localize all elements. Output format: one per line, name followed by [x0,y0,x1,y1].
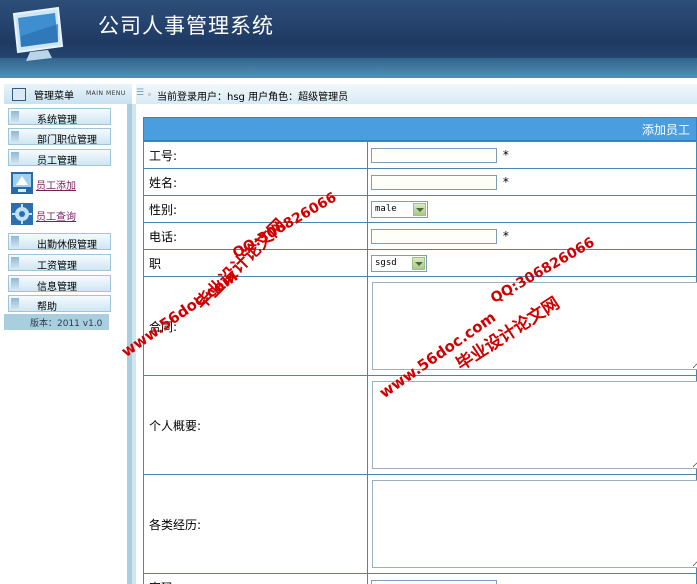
chevron-down-icon[interactable] [412,256,425,270]
menu-title: 管理菜单 [34,91,74,102]
bar-icon [11,278,19,289]
sidebar-item-attendance[interactable]: 出勤休假管理 [8,233,111,251]
monitor-app-icon [11,172,33,194]
password-input[interactable] [371,579,497,584]
form-row-experience: 各类经历: [143,474,697,574]
sidebar-item-department[interactable]: 部门职位管理 [8,128,111,146]
position-selected-value: sgsd [375,257,397,268]
field-cell: * [367,141,697,169]
field-cell [367,573,697,584]
field-label: 姓名: [143,168,368,196]
required-mark: * [502,229,509,243]
version-text: 版本：2011 v1.0 [30,319,103,329]
profile-textarea[interactable] [372,381,697,469]
sidebar-item-label: 工资管理 [37,261,77,272]
position-select[interactable]: sgsd [371,254,427,272]
field-cell: male [367,195,697,223]
form-row-position: 职 sgsd [143,249,697,277]
sidebar-item-employee[interactable]: 员工管理 [8,149,111,167]
bar-icon [11,111,19,122]
sidebar-item-label: 帮助 [37,302,57,313]
bar-icon [11,152,19,163]
required-mark: * [502,175,509,189]
field-label: 密码 [143,573,368,584]
gender-select[interactable]: male [371,200,428,218]
sidebar-subitem-add-employee[interactable]: 员工添加 [8,170,111,198]
sidebar-item-salary[interactable]: 工资管理 [8,254,111,272]
form-row-password: 密码 [143,573,697,584]
employee-id-input[interactable] [371,147,497,163]
user-info-bar: ☰ 当前登录用户：hsg 用户角色：超级管理员 [136,84,697,104]
field-label: 各类经历: [143,474,368,574]
required-mark: * [502,148,509,162]
version-bar: 版本：2011 v1.0 [4,314,109,330]
field-cell: * [367,168,697,196]
form-row-name: 姓名: * [143,168,697,196]
sidebar-item-label: 部门职位管理 [37,135,97,146]
gender-selected-value: male [375,203,397,214]
sidebar-divider-edge [132,104,136,584]
field-cell [367,276,697,376]
list-icon: ☰ [136,88,145,98]
gear-icon [11,203,33,225]
bar-icon [11,236,19,247]
header-band [0,58,697,78]
sidebar-subitem-query-employee[interactable]: 员工查询 [8,201,111,229]
experience-textarea[interactable] [372,480,697,568]
current-user-text: 当前登录用户：hsg 用户角色：超级管理员 [157,92,349,103]
form-row-profile: 个人概要: [143,375,697,475]
form-row-gender: 性别: male [143,195,697,223]
form-title: 添加员工 [641,123,690,137]
main-panel: 添加员工 工号: * 姓名: * 性别: male 电话: * 职 sgsd 合… [143,117,697,584]
menu-header: 管理菜单 MAIN MENU [4,84,132,105]
field-cell [367,375,697,475]
sidebar-item-system[interactable]: 系统管理 [8,108,111,126]
sidebar-item-label: 信息管理 [37,282,77,293]
sidebar-item-label: 系统管理 [37,115,77,126]
field-cell: sgsd [367,249,697,277]
bullet-icon [148,93,151,96]
phone-input[interactable] [371,228,497,244]
bar-icon [11,298,19,309]
chevron-down-icon[interactable] [413,202,426,216]
form-title-bar: 添加员工 [143,117,697,141]
field-label: 个人概要: [143,375,368,475]
sidebar-item-help[interactable]: 帮助 [8,295,111,313]
sidebar-item-info[interactable]: 信息管理 [8,275,111,293]
sidebar-subitem-label: 员工查询 [36,212,76,223]
sidebar: 系统管理 部门职位管理 员工管理 员工添加 员工查询 出勤休假管理 工资管理 信… [4,104,128,584]
form-row-phone: 电话: * [143,222,697,250]
menu-subtitle: MAIN MENU [86,90,126,97]
bar-icon [11,131,19,142]
field-label: 工号: [143,141,368,169]
employee-form: 工号: * 姓名: * 性别: male 电话: * 职 sgsd 合同: 个人… [143,141,697,584]
contract-textarea[interactable] [372,282,697,370]
sidebar-item-label: 员工管理 [37,156,77,167]
sidebar-subitem-label: 员工添加 [36,181,76,192]
field-cell [367,474,697,574]
sidebar-item-label: 出勤休假管理 [37,240,97,251]
field-label: 合同: [143,276,368,376]
form-row-id: 工号: * [143,141,697,169]
name-input[interactable] [371,174,497,190]
computer-monitor-icon [12,6,64,61]
field-label: 性别: [143,195,368,223]
field-cell: * [367,222,697,250]
field-label: 电话: [143,222,368,250]
bar-icon [11,257,19,268]
menu-icon [12,88,26,101]
app-header: 公司人事管理系统 [0,0,697,78]
field-label: 职 [143,249,368,277]
form-row-contract: 合同: [143,276,697,376]
app-title: 公司人事管理系统 [98,14,274,38]
